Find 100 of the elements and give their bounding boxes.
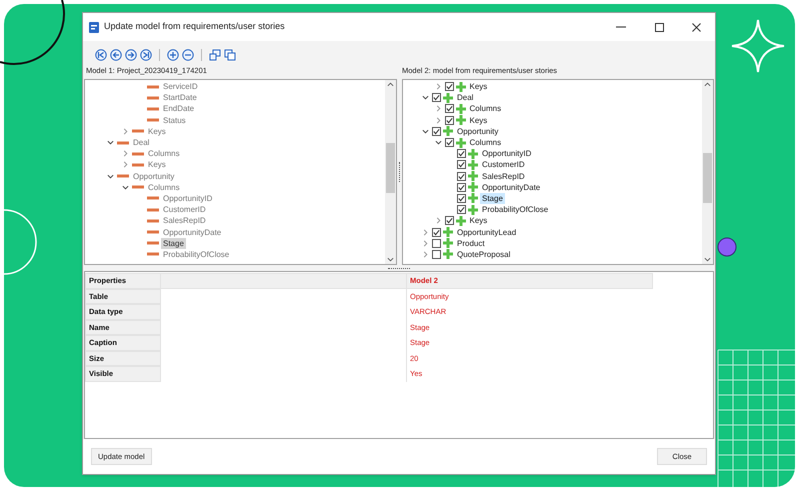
- checkbox[interactable]: [444, 116, 454, 125]
- plus-icon: [443, 227, 453, 238]
- column-icon: [147, 218, 159, 223]
- scroll-up-icon[interactable]: [704, 82, 711, 87]
- chevron-right-icon[interactable]: [434, 83, 442, 90]
- column-icon: [147, 241, 159, 246]
- plus-icon: [443, 238, 453, 248]
- column-icon: [147, 230, 159, 234]
- tree-item[interactable]: Keys: [146, 159, 168, 170]
- tree-item[interactable]: Columns: [468, 103, 504, 114]
- column-icon: [132, 185, 144, 190]
- zoom-out-icon[interactable]: [182, 48, 194, 60]
- column-icon: [117, 140, 129, 145]
- close-icon[interactable]: [692, 22, 701, 32]
- scroll-down-icon[interactable]: [386, 257, 394, 262]
- tree-item[interactable]: StartDate: [161, 92, 199, 104]
- chevron-down-icon[interactable]: [107, 139, 114, 146]
- tree-item[interactable]: OpportunityID: [480, 148, 534, 160]
- checkbox[interactable]: [444, 82, 454, 92]
- tree-item[interactable]: ServiceID: [161, 81, 200, 92]
- checkbox[interactable]: [432, 93, 441, 102]
- checkbox[interactable]: [457, 172, 466, 181]
- plus-icon: [456, 138, 466, 148]
- tree-item[interactable]: Columns: [468, 137, 504, 148]
- column-icon: [147, 96, 159, 100]
- app-icon: [89, 22, 99, 32]
- column-icon: [132, 129, 144, 134]
- tree-item[interactable]: SalesRepID: [480, 170, 527, 182]
- dot-decoration: [718, 238, 736, 256]
- plus-icon: [468, 193, 478, 204]
- sparkle-icon: [731, 19, 785, 73]
- tree-item[interactable]: Opportunity: [131, 170, 176, 182]
- scrollbar[interactable]: [384, 80, 396, 264]
- maximize-icon[interactable]: [655, 22, 664, 32]
- plus-icon: [443, 126, 453, 136]
- checkbox[interactable]: [457, 160, 466, 170]
- arc-decoration: [4, 209, 37, 275]
- tree-item[interactable]: Columns: [146, 148, 182, 160]
- tree-item[interactable]: Deal: [131, 137, 152, 148]
- tree-item[interactable]: EndDate: [161, 103, 196, 114]
- checkbox[interactable]: [444, 104, 454, 114]
- column-icon: [147, 84, 159, 89]
- tree-item[interactable]: OpportunityID: [161, 192, 214, 204]
- tree-item[interactable]: CustomerID: [480, 159, 527, 170]
- checkbox[interactable]: [444, 138, 454, 148]
- chevron-down-icon[interactable]: [122, 184, 129, 191]
- scroll-up-icon[interactable]: [386, 82, 394, 87]
- chevron-right-icon[interactable]: [122, 128, 129, 135]
- column-icon: [147, 196, 159, 200]
- tree-item[interactable]: Stage: [161, 238, 186, 249]
- skip-back-icon[interactable]: [95, 48, 107, 60]
- scrollbar[interactable]: [702, 80, 713, 264]
- checkbox[interactable]: [457, 194, 466, 203]
- plus-icon: [443, 249, 453, 260]
- tree-item[interactable]: Keys: [468, 215, 490, 226]
- plus-icon: [456, 82, 466, 92]
- checkbox[interactable]: [432, 228, 441, 237]
- checkbox[interactable]: [432, 238, 441, 248]
- tree-item[interactable]: OpportunityDate: [161, 226, 224, 238]
- checkbox[interactable]: [457, 205, 466, 214]
- tree-item[interactable]: CustomerID: [161, 204, 208, 216]
- arc-decoration: [0, 0, 65, 65]
- tree-item[interactable]: ProbabilityOfClose: [480, 204, 550, 216]
- scrollbar-thumb[interactable]: [386, 143, 394, 193]
- scroll-down-icon[interactable]: [704, 257, 711, 262]
- scrollbar-thumb[interactable]: [703, 153, 712, 203]
- windows-icon[interactable]: [224, 48, 236, 60]
- tree-item[interactable]: Opportunity: [455, 126, 500, 137]
- tree-item[interactable]: Keys: [468, 81, 490, 92]
- windows-icon[interactable]: [209, 48, 221, 60]
- checkbox[interactable]: [457, 149, 466, 158]
- tree-item[interactable]: Status: [161, 114, 188, 126]
- plus-icon: [468, 171, 478, 182]
- tree-item[interactable]: Stage: [480, 192, 505, 204]
- checkbox[interactable]: [432, 126, 441, 136]
- tree-item[interactable]: Keys: [146, 126, 168, 137]
- tree-item[interactable]: Product: [455, 238, 487, 249]
- plus-icon: [456, 104, 466, 114]
- tree-item[interactable]: Deal: [455, 92, 476, 104]
- checkbox[interactable]: [444, 216, 454, 226]
- chevron-down-icon[interactable]: [107, 172, 114, 180]
- plus-icon: [468, 182, 478, 192]
- plus-icon: [468, 148, 478, 159]
- tree-item[interactable]: ProbabilityOfClose: [161, 248, 232, 260]
- plus-icon: [443, 92, 453, 103]
- zoom-in-icon[interactable]: [167, 48, 179, 60]
- tree-item[interactable]: OpportunityDate: [480, 182, 542, 193]
- checkbox[interactable]: [432, 250, 441, 259]
- tree-item[interactable]: SalesRepID: [161, 215, 208, 226]
- checkbox[interactable]: [457, 182, 466, 192]
- tree-item[interactable]: Columns: [146, 182, 182, 193]
- arrow-left-icon[interactable]: [110, 48, 122, 60]
- tree-item[interactable]: Keys: [468, 114, 490, 126]
- plus-icon: [468, 204, 478, 215]
- arrow-right-icon[interactable]: [125, 48, 137, 60]
- chevron-down-icon[interactable]: [422, 94, 429, 102]
- tree-item[interactable]: QuoteProposal: [455, 248, 512, 260]
- window-title: Update model from requirements/user stories: [104, 20, 285, 34]
- skip-forward-icon[interactable]: [140, 48, 152, 60]
- tree-item[interactable]: OpportunityLead: [455, 226, 518, 238]
